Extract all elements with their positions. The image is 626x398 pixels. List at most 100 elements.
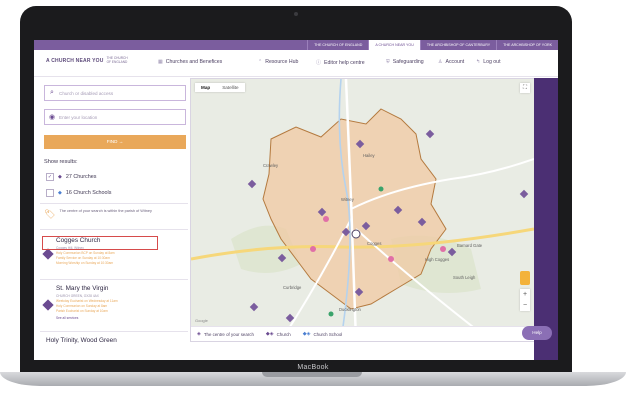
fullscreen-icon[interactable]: ⛶: [520, 83, 530, 93]
topnav-item-church-of-england[interactable]: THE CHURCH OF ENGLAND: [307, 40, 368, 50]
result-name[interactable]: Holy Trinity, Wood Green: [46, 337, 117, 344]
svg-text:Cogges: Cogges: [367, 241, 381, 246]
search-sidebar: ⌕ Church or disabled access ◉ Enter your…: [34, 77, 188, 360]
nav-churches-benefices[interactable]: ▦ Churches and Benefices: [158, 59, 222, 65]
location-placeholder: Enter your location: [59, 114, 98, 120]
school-marker-icon: ◆◈: [302, 331, 311, 337]
grid-icon: ▦: [158, 59, 163, 65]
nav-label: Account: [445, 59, 465, 65]
site-logo[interactable]: A CHURCH NEAR YOU THE CHURCH OF ENGLAND: [46, 56, 128, 64]
camera-icon: [294, 12, 298, 16]
map-canvas[interactable]: Curbridge Cogges High Cogges Ducklington…: [191, 79, 534, 341]
filter-churches[interactable]: ✓ ◆ 27 Churches: [46, 173, 96, 181]
nav-label: Resource Hub: [265, 59, 299, 65]
top-nav: THE CHURCH OF ENGLAND A CHURCH NEAR YOU …: [34, 40, 558, 50]
result-item[interactable]: Holy Trinity, Wood Green: [44, 337, 184, 353]
search-centre-marker: [351, 229, 361, 239]
svg-text:Hailey: Hailey: [363, 153, 376, 158]
map-type-tabs: Map Satellite: [195, 83, 245, 92]
see-all-services-link[interactable]: See all services: [56, 316, 78, 320]
result-service: Holy Communion on Sunday at 8am: [56, 304, 108, 308]
nav-resource-hub[interactable]: ⌃ Resource Hub: [258, 59, 298, 65]
map-legend: ◈ The centre of your search ◆◈ Church ◆◈…: [191, 326, 534, 341]
filter-label: 27 Churches: [65, 174, 97, 180]
checkbox-checked-icon[interactable]: ✓: [46, 173, 54, 181]
exit-icon: ↰: [476, 59, 481, 65]
svg-text:South Leigh: South Leigh: [453, 275, 476, 280]
school-diamond-icon: ◆: [58, 190, 62, 196]
nav-label: Churches and Benefices: [165, 59, 223, 65]
parish-notice: 🏷 The centre of your search is within th…: [44, 209, 184, 220]
result-service: Weekday Eucharist on Wednesday at 11am: [56, 299, 118, 303]
nav-safeguarding[interactable]: ⛨ Safeguarding: [386, 59, 424, 65]
divider: [40, 279, 188, 280]
nav-account[interactable]: ♙ Account: [438, 59, 464, 65]
show-results-heading: Show results:: [44, 159, 78, 165]
legend-church: ◆◈ Church: [266, 331, 291, 337]
svg-text:High Cogges: High Cogges: [425, 257, 449, 262]
google-logo: Google: [195, 318, 208, 323]
tab-satellite[interactable]: Satellite: [216, 83, 244, 92]
parish-notice-text: The centre of your search is within the …: [59, 209, 152, 213]
logo-sub-line-2: OF ENGLAND: [106, 59, 128, 64]
map-view[interactable]: Curbridge Cogges High Cogges Ducklington…: [190, 78, 535, 342]
topnav-item-archbishop-york[interactable]: THE ARCHBISHOP OF YORK: [496, 40, 558, 50]
shield-icon: ⛨: [386, 59, 390, 65]
zoom-in-icon[interactable]: +: [520, 289, 530, 300]
logo-mark: A CHURCH NEAR YOU: [46, 57, 104, 64]
legend-church-school: ◆◈ Church School: [303, 331, 343, 337]
result-name[interactable]: St. Mary the Virgin: [56, 285, 108, 292]
church-diamond-icon: ◆: [58, 174, 62, 180]
target-icon: ◉: [48, 114, 56, 121]
svg-text:Barnard Gate: Barnard Gate: [457, 243, 483, 248]
svg-text:Ducklington: Ducklington: [339, 307, 362, 312]
result-meta: CHURCH GREEN, OX28 4AX: [56, 294, 99, 298]
topnav-item-archbishop-canterbury[interactable]: THE ARCHBISHOP OF CANTERBURY: [419, 40, 496, 50]
laptop-notch: [262, 372, 362, 377]
svg-text:Curbridge: Curbridge: [283, 285, 302, 290]
help-button[interactable]: Help: [522, 326, 552, 340]
result-service: Parish Eucharist on Sunday at 10am: [56, 309, 108, 313]
zoom-controls[interactable]: + −: [520, 289, 530, 311]
legend-search-centre: ◈ The centre of your search: [197, 331, 254, 337]
up-arrow-icon: ⌃: [258, 59, 263, 65]
topnav-item-church-near-you[interactable]: A CHURCH NEAR YOU: [368, 40, 420, 50]
checkbox-unchecked-icon[interactable]: [46, 189, 54, 197]
laptop-frame: THE CHURCH OF ENGLAND A CHURCH NEAR YOU …: [20, 6, 572, 376]
church-marker-icon: ◆◈: [265, 331, 274, 337]
tab-map[interactable]: Map: [195, 83, 216, 92]
find-button[interactable]: FIND →: [44, 135, 186, 149]
result-service: Morning Worship on Sunday at 10:30am: [56, 261, 113, 265]
church-marker-icon: [42, 248, 54, 260]
church-search-placeholder: Church or disabled access: [59, 90, 114, 96]
legend-label: Church School: [313, 331, 343, 337]
result-service: Family Service on Sunday at 10:30am: [56, 256, 110, 260]
site-header: A CHURCH NEAR YOU THE CHURCH OF ENGLAND …: [34, 50, 558, 77]
zoom-out-icon[interactable]: −: [520, 300, 530, 311]
search-icon: ⌕: [50, 89, 54, 96]
location-input[interactable]: ◉ Enter your location: [44, 109, 186, 125]
person-icon: ♙: [438, 59, 443, 65]
result-item[interactable]: St. Mary the Virgin CHURCH GREEN, OX28 4…: [42, 285, 184, 331]
device-label: MacBook: [297, 364, 329, 371]
browser-screen: THE CHURCH OF ENGLAND A CHURCH NEAR YOU …: [34, 40, 558, 360]
divider: [40, 331, 188, 332]
svg-text:Crawley: Crawley: [263, 163, 279, 168]
search-centre-icon: ◈: [197, 331, 201, 337]
highlight-box: [42, 236, 158, 250]
church-search-input[interactable]: ⌕ Church or disabled access: [44, 85, 186, 101]
legend-label: The centre of your search: [203, 331, 254, 337]
filter-schools[interactable]: ◆ 16 Church Schools: [46, 189, 111, 197]
street-view-icon[interactable]: [520, 271, 530, 285]
divider: [40, 229, 188, 230]
filter-label: 16 Church Schools: [65, 190, 112, 196]
page-side-panel: [534, 78, 558, 360]
nav-log-out[interactable]: ↰ Log out: [476, 59, 501, 65]
result-service: Holy Communion BCP on Sunday at 8am: [56, 251, 115, 255]
nav-label: Log out: [483, 59, 501, 65]
info-icon: ⓘ: [316, 60, 322, 66]
church-marker-icon: [42, 299, 54, 311]
svg-text:Witney: Witney: [341, 197, 355, 202]
parish-tag-icon: 🏷: [44, 209, 56, 219]
nav-editor-help[interactable]: ⓘ Editor help centre: [316, 59, 365, 67]
